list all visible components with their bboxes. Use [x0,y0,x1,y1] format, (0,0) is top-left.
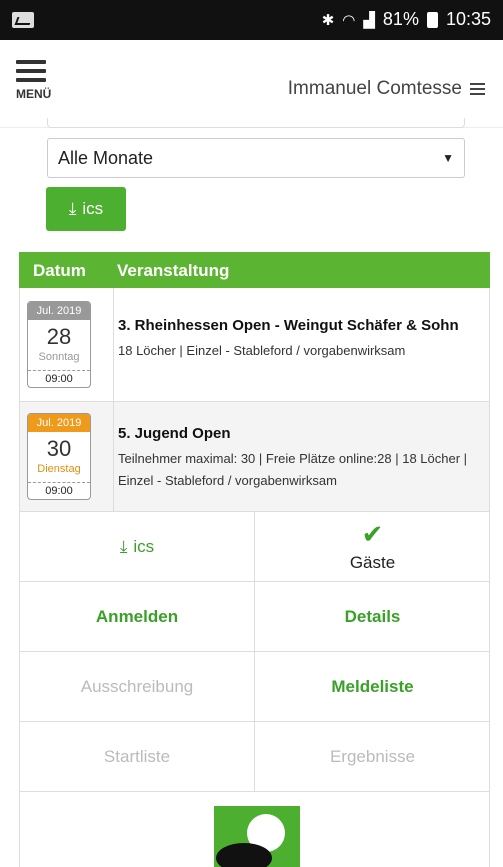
guests-label: Gäste [349,552,396,572]
results-button[interactable]: Ergebnisse [255,722,490,792]
event-info: 3. Rheinhessen Open - Weingut Schäfer & … [118,316,479,362]
month-select[interactable]: Alle Monate ▼ [47,138,465,178]
calendar-month: Jul. 2019 [28,414,90,432]
entry-list-button[interactable]: Meldeliste [255,652,490,722]
event-title: 3. Rheinhessen Open - Weingut Schäfer & … [118,317,459,334]
calendar-day: 28 [46,324,72,349]
start-list-button[interactable]: Startliste [20,722,255,792]
calendar-weekday: Dienstag [37,463,81,475]
column-divider [113,288,114,401]
guests-allowed-indicator: ✔ Gäste [255,512,490,582]
table-header: Datum Veranstaltung [19,252,490,288]
battery-percent: 81% [382,9,419,29]
club-logo [214,806,300,867]
download-icon: ⤓ [68,199,77,218]
event-meta: Teilnehmer maximal: 30 | Freie Plätze on… [118,451,468,488]
user-menu-button[interactable]: Immanuel Comtesse [288,78,485,100]
column-divider [113,402,114,511]
previous-filter-select[interactable] [47,118,465,128]
app-header: MENÜ Immanuel Comtesse [0,40,503,128]
event-info: 5. Jugend Open Teilnehmer maximal: 30 | … [118,424,479,492]
ics-event-label: ics [133,536,155,556]
event-row-selected[interactable]: Jul. 2019 30 Dienstag 09:00 5. Jugend Op… [19,402,490,512]
status-right: ✱ ◠ ▟ 81% 10:35 [322,9,491,30]
month-select-value: Alle Monate [58,147,154,168]
calendar-month: Jul. 2019 [28,302,90,320]
column-header-date: Datum [33,261,86,280]
download-icon: ⤓ [119,536,128,556]
calendar-time: 09:00 [28,370,90,387]
ics-label: ics [82,199,104,218]
calendar-badge: Jul. 2019 30 Dienstag 09:00 [27,413,91,500]
calendar-weekday: Sonntag [38,351,80,363]
signal-icon: ▟ [363,11,375,29]
details-button[interactable]: Details [255,582,490,652]
menu-label: MENÜ [16,87,52,101]
event-meta: 18 Löcher | Einzel - Stableford / vorgab… [118,343,406,358]
event-row[interactable]: Jul. 2019 28 Sonntag 09:00 3. Rheinhesse… [19,288,490,402]
golf-hole-icon [216,843,272,867]
calendar-day: 30 [46,436,72,461]
user-name: Immanuel Comtesse [287,78,462,99]
event-actions-grid: ⤓ ics ✔ Gäste Anmelden Details Ausschrei… [19,512,490,792]
logo-area [19,792,490,867]
ics-event-button[interactable]: ⤓ ics [20,512,255,582]
calendar-badge: Jul. 2019 28 Sonntag 09:00 [27,301,91,388]
calendar-time: 09:00 [28,482,90,499]
clock: 10:35 [445,9,491,29]
hamburger-icon [16,60,60,82]
main-menu-button[interactable]: MENÜ [16,60,60,110]
column-header-event: Veranstaltung [117,261,230,280]
activity-icon [12,12,34,28]
battery-icon [426,11,438,28]
checkmark-icon: ✔ [361,518,384,549]
register-button[interactable]: Anmelden [20,582,255,652]
ics-download-button[interactable]: ⤓ ics [46,187,126,231]
hamburger-icon [470,80,485,98]
bluetooth-icon: ✱ [321,11,335,29]
event-title: 5. Jugend Open [118,425,231,442]
wifi-icon: ◠ [342,11,356,29]
caret-down-icon: ▼ [442,151,454,165]
status-bar: ✱ ◠ ▟ 81% 10:35 [0,0,503,40]
tender-button[interactable]: Ausschreibung [20,652,255,722]
